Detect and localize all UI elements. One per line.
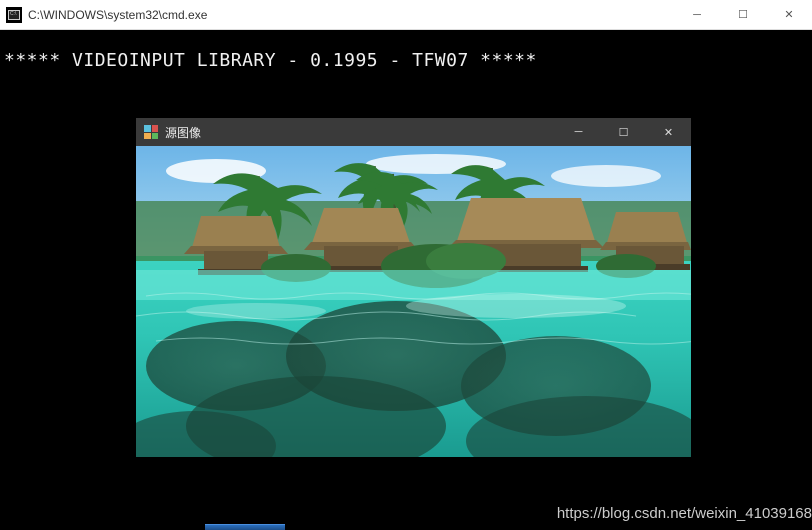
- tropical-beach-image: [136, 146, 691, 457]
- cmd-exe-icon: [6, 7, 22, 23]
- minimize-icon: ─: [575, 126, 583, 138]
- cmd-window-controls: ─ ☐ ✕: [674, 0, 812, 29]
- child-minimize-button[interactable]: ─: [556, 118, 601, 146]
- child-close-button[interactable]: ✕: [646, 118, 691, 146]
- watermark-text: https://blog.csdn.net/weixin_41039168: [557, 505, 812, 522]
- image-window[interactable]: 源图像 ─ ☐ ✕: [136, 118, 691, 457]
- maximize-button[interactable]: ☐: [720, 0, 766, 29]
- minimize-icon: ─: [693, 9, 701, 21]
- taskbar-strip: [205, 524, 285, 530]
- image-content: [136, 146, 691, 457]
- cmd-title-text: C:\WINDOWS\system32\cmd.exe: [28, 8, 207, 22]
- maximize-icon: ☐: [619, 126, 629, 139]
- image-window-titlebar[interactable]: 源图像 ─ ☐ ✕: [136, 118, 691, 146]
- cmd-window: C:\WINDOWS\system32\cmd.exe ─ ☐ ✕ ***** …: [0, 0, 812, 530]
- image-window-title: 源图像: [165, 124, 201, 141]
- close-icon: ✕: [664, 126, 673, 139]
- image-window-title-left: 源图像: [136, 124, 201, 141]
- image-window-controls: ─ ☐ ✕: [556, 118, 691, 146]
- cmd-title-left: C:\WINDOWS\system32\cmd.exe: [0, 7, 207, 23]
- cmd-titlebar[interactable]: C:\WINDOWS\system32\cmd.exe ─ ☐ ✕: [0, 0, 812, 30]
- opencv-icon: [144, 125, 158, 139]
- cmd-output-area: ***** VIDEOINPUT LIBRARY - 0.1995 - TFW0…: [0, 30, 812, 91]
- minimize-button[interactable]: ─: [674, 0, 720, 29]
- close-icon: ✕: [784, 8, 793, 21]
- close-button[interactable]: ✕: [766, 0, 812, 29]
- child-maximize-button[interactable]: ☐: [601, 118, 646, 146]
- maximize-icon: ☐: [738, 8, 748, 21]
- cmd-output-line: ***** VIDEOINPUT LIBRARY - 0.1995 - TFW0…: [4, 50, 537, 71]
